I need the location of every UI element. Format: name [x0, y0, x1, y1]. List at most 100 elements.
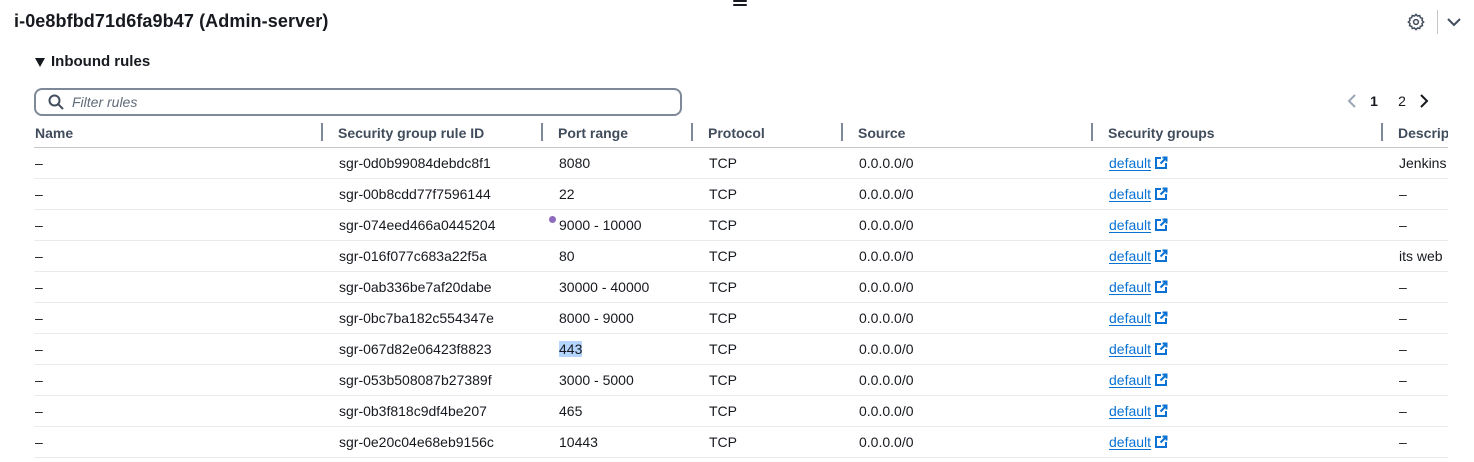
column-label: Security groups [1108, 124, 1215, 141]
column-header-name[interactable]: Name [34, 118, 321, 148]
cell-source: 0.0.0.0/0 [841, 364, 1091, 396]
column-header-source[interactable]: Source [841, 118, 1091, 148]
cell-name: – [34, 302, 321, 334]
table-row[interactable]: – sgr-0bc7ba182c554347e 8000 - 9000 TCP 0.0.… [34, 302, 1448, 334]
cell-port-range-text: 8080 [559, 155, 591, 171]
pagination: 1 2 [1344, 91, 1432, 111]
security-group-link[interactable]: default [1109, 248, 1169, 264]
column-resizer[interactable] [541, 123, 543, 141]
filter-rules-box[interactable] [34, 88, 682, 116]
security-group-link[interactable]: default [1109, 186, 1169, 202]
collapse-panel-button[interactable] [1444, 12, 1464, 32]
cell-name: – [34, 333, 321, 365]
drag-handle-icon[interactable] [733, 0, 747, 8]
security-group-link[interactable]: default [1109, 341, 1169, 357]
security-group-link[interactable]: default [1109, 217, 1169, 233]
column-header-port-range[interactable]: Port range [541, 118, 691, 148]
cell-protocol: TCP [691, 147, 841, 179]
cell-protocol: TCP [691, 395, 841, 427]
security-group-link[interactable]: default [1109, 403, 1169, 419]
cell-description-text: – [1399, 372, 1407, 388]
security-group-link-label: default [1109, 341, 1152, 357]
column-resizer[interactable] [1381, 123, 1383, 141]
cell-port-range: 10443 [541, 426, 691, 458]
cell-port-range: 80 [541, 240, 691, 272]
cell-protocol: TCP [691, 302, 841, 334]
cell-rule-id-text: sgr-00b8cdd77f7596144 [339, 186, 491, 202]
cell-protocol: TCP [691, 333, 841, 365]
column-label: Port range [558, 124, 629, 141]
security-group-link[interactable]: default [1109, 434, 1169, 450]
security-group-link-label: default [1109, 279, 1152, 295]
cell-port-range: 9000 - 10000 [541, 209, 691, 241]
header-divider [1437, 10, 1438, 34]
column-header-rule-id[interactable]: Security group rule ID [321, 118, 541, 148]
cell-port-range-text: 80 [559, 248, 575, 264]
cell-security-group: default [1091, 333, 1381, 365]
table-row[interactable]: – sgr-067d82e06423f8823 443 TCP 0.0.0.0/0 def… [34, 333, 1448, 365]
table-row[interactable]: – sgr-00b8cdd77f7596144 22 TCP 0.0.0.0/0 defa… [34, 178, 1448, 210]
table-row[interactable]: – sgr-0b3f818c9df4be207 465 TCP 0.0.0.0/0 def… [34, 395, 1448, 427]
cell-source: 0.0.0.0/0 [841, 178, 1091, 210]
security-group-link[interactable]: default [1109, 372, 1169, 388]
cell-source: 0.0.0.0/0 [841, 395, 1091, 427]
cell-description-text: – [1399, 279, 1407, 295]
cell-source: 0.0.0.0/0 [841, 426, 1091, 458]
cell-name-text: – [35, 434, 43, 450]
table-row[interactable]: – sgr-0ab336be7af20dabe 30000 - 40000 TCP 0.… [34, 271, 1448, 303]
cell-source-text: 0.0.0.0/0 [859, 310, 914, 326]
table-row[interactable]: – sgr-074eed466a0445204 9000 - 10000 TCP 0.0… [34, 209, 1448, 241]
cell-security-group: default [1091, 209, 1381, 241]
cell-source-text: 0.0.0.0/0 [859, 186, 914, 202]
previous-page-button[interactable] [1344, 93, 1360, 109]
cell-description-text: – [1399, 217, 1407, 233]
cell-source-text: 0.0.0.0/0 [859, 155, 914, 171]
cell-port-range-text: 3000 - 5000 [559, 372, 634, 388]
column-resizer[interactable] [1091, 123, 1093, 141]
table-row[interactable]: – sgr-0d0b99084debdc8f1 8080 TCP 0.0.0.0/0 de… [34, 147, 1448, 179]
cell-protocol-text: TCP [709, 248, 737, 264]
cell-port-range: 30000 - 40000 [541, 271, 691, 303]
column-header-security-groups[interactable]: Security groups [1091, 118, 1381, 148]
cell-port-range-text: 22 [559, 186, 575, 202]
cell-rule-id: sgr-0ab336be7af20dabe [321, 271, 541, 303]
security-group-link-label: default [1109, 186, 1152, 202]
cell-name: – [34, 395, 321, 427]
cell-source: 0.0.0.0/0 [841, 333, 1091, 365]
page-2-button[interactable]: 2 [1388, 93, 1416, 109]
cell-description-text: – [1399, 434, 1407, 450]
cell-name: – [34, 147, 321, 179]
security-group-link[interactable]: default [1109, 310, 1169, 326]
cell-security-group: default [1091, 364, 1381, 396]
cell-rule-id-text: sgr-0d0b99084debdc8f1 [339, 155, 491, 171]
filter-rules-input[interactable] [72, 94, 652, 110]
column-resizer[interactable] [691, 123, 693, 141]
settings-button[interactable] [1405, 11, 1427, 33]
cell-security-group: default [1091, 178, 1381, 210]
cell-source-text: 0.0.0.0/0 [859, 341, 914, 357]
security-group-link[interactable]: default [1109, 279, 1169, 295]
cell-rule-id: sgr-0b3f818c9df4be207 [321, 395, 541, 427]
cell-port-range: 465 [541, 395, 691, 427]
column-header-protocol[interactable]: Protocol [691, 118, 841, 148]
next-page-button[interactable] [1416, 93, 1432, 109]
table-row[interactable]: – sgr-053b508087b27389f 3000 - 5000 TCP 0.0.… [34, 364, 1448, 396]
security-group-link[interactable]: default [1109, 155, 1169, 171]
cell-protocol-text: TCP [709, 403, 737, 419]
cell-name: – [34, 209, 321, 241]
column-resizer[interactable] [321, 123, 323, 141]
inbound-rules-toggle[interactable]: Inbound rules [35, 53, 150, 70]
cell-port-range: 8080 [541, 147, 691, 179]
table-row[interactable]: – sgr-0e20c04e68eb9156c 10443 TCP 0.0.0.0/0 d… [34, 426, 1448, 458]
cell-description: – [1381, 302, 1448, 334]
cell-name: – [34, 271, 321, 303]
table-row[interactable]: – sgr-016f077c683a22f5a 80 TCP 0.0.0.0/0 defa… [34, 240, 1448, 272]
column-header-description[interactable]: Descrip [1381, 118, 1448, 148]
cell-name-text: – [35, 248, 43, 264]
search-icon [48, 94, 64, 110]
security-group-link-label: default [1109, 310, 1152, 326]
column-label: Security group rule ID [338, 124, 485, 141]
cell-port-range: 443 [541, 333, 691, 365]
page-1-button[interactable]: 1 [1360, 93, 1388, 109]
column-resizer[interactable] [841, 123, 843, 141]
